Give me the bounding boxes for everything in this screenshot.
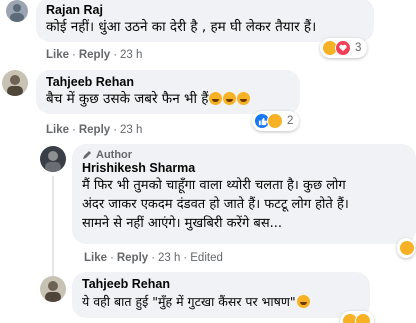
comment-author-name[interactable]: Tahjeeb Rehan [46,75,290,90]
like-button[interactable]: Like [84,252,107,264]
comment-actions: Like · Reply · 23 h [46,49,143,61]
thread-connector [52,176,54,276]
comment-timestamp[interactable]: 23 h [120,124,142,136]
reply-button[interactable]: Reply [79,124,110,136]
avatar[interactable] [40,276,66,302]
laughing-emoji-icon [237,92,251,105]
reaction-summary[interactable]: 3 [320,38,368,58]
comment-text: ये वही बात हुई "मुँह में गुटखा कैंसर पर … [82,292,360,312]
comment-actions: Like · Reply · 23 h · Edited [84,252,223,264]
avatar[interactable] [40,146,66,172]
laughing-emoji-icon [296,295,310,308]
haha-reaction-icon [355,313,371,323]
laughing-emoji-icon [209,92,223,105]
haha-reaction-icon [267,113,283,129]
comment-bubble: Rajan Raj कोई नहीं। धुंआ उठने का देरी है… [36,0,374,42]
reaction-summary[interactable] [340,311,374,323]
reaction-count: 3 [355,42,362,54]
avatar[interactable] [6,0,28,22]
like-button[interactable]: Like [46,124,69,136]
comment-text: कोई नहीं। धुंआ उठने का देरी है , हम घी ल… [46,19,317,35]
comment-author-name[interactable]: Tahjeeb Rehan [82,277,360,292]
comment-author-name[interactable]: Rajan Raj [46,3,364,18]
reaction-count: 2 [287,115,294,127]
reaction-summary[interactable]: 2 [252,111,300,131]
reply-button[interactable]: Reply [117,252,148,264]
author-badge: Author [82,149,406,161]
like-button[interactable]: Like [46,49,69,61]
love-reaction-icon [335,40,351,56]
laughing-emoji-icon [223,92,237,105]
comment-bubble: Tahjeeb Rehan बैच में कुछ उसके जबरे फैन … [36,70,300,114]
haha-reaction-icon [399,240,415,256]
avatar[interactable] [2,70,28,96]
comment-bubble: Author Hrishikesh Sharma मैं फिर भी तुमक… [72,144,416,244]
comment-timestamp[interactable]: 23 h [120,49,142,61]
comment-author-name[interactable]: Hrishikesh Sharma [82,161,406,176]
pen-icon [83,151,91,159]
comment-actions: Like · Reply · 23 h [46,124,143,136]
comment-text: मैं फिर भी तुमको चाहूँगा वाला थ्योरी चलत… [82,178,349,231]
reply-button[interactable]: Reply [79,49,110,61]
comment-text: बैच में कुछ उसके जबरे फैन भी हैं [46,90,290,109]
edited-label[interactable]: Edited [190,252,223,264]
reaction-summary[interactable] [397,238,415,258]
comment-bubble: Tahjeeb Rehan ये वही बात हुई "मुँह में ग… [72,272,370,318]
comment-timestamp[interactable]: 23 h [158,252,180,264]
